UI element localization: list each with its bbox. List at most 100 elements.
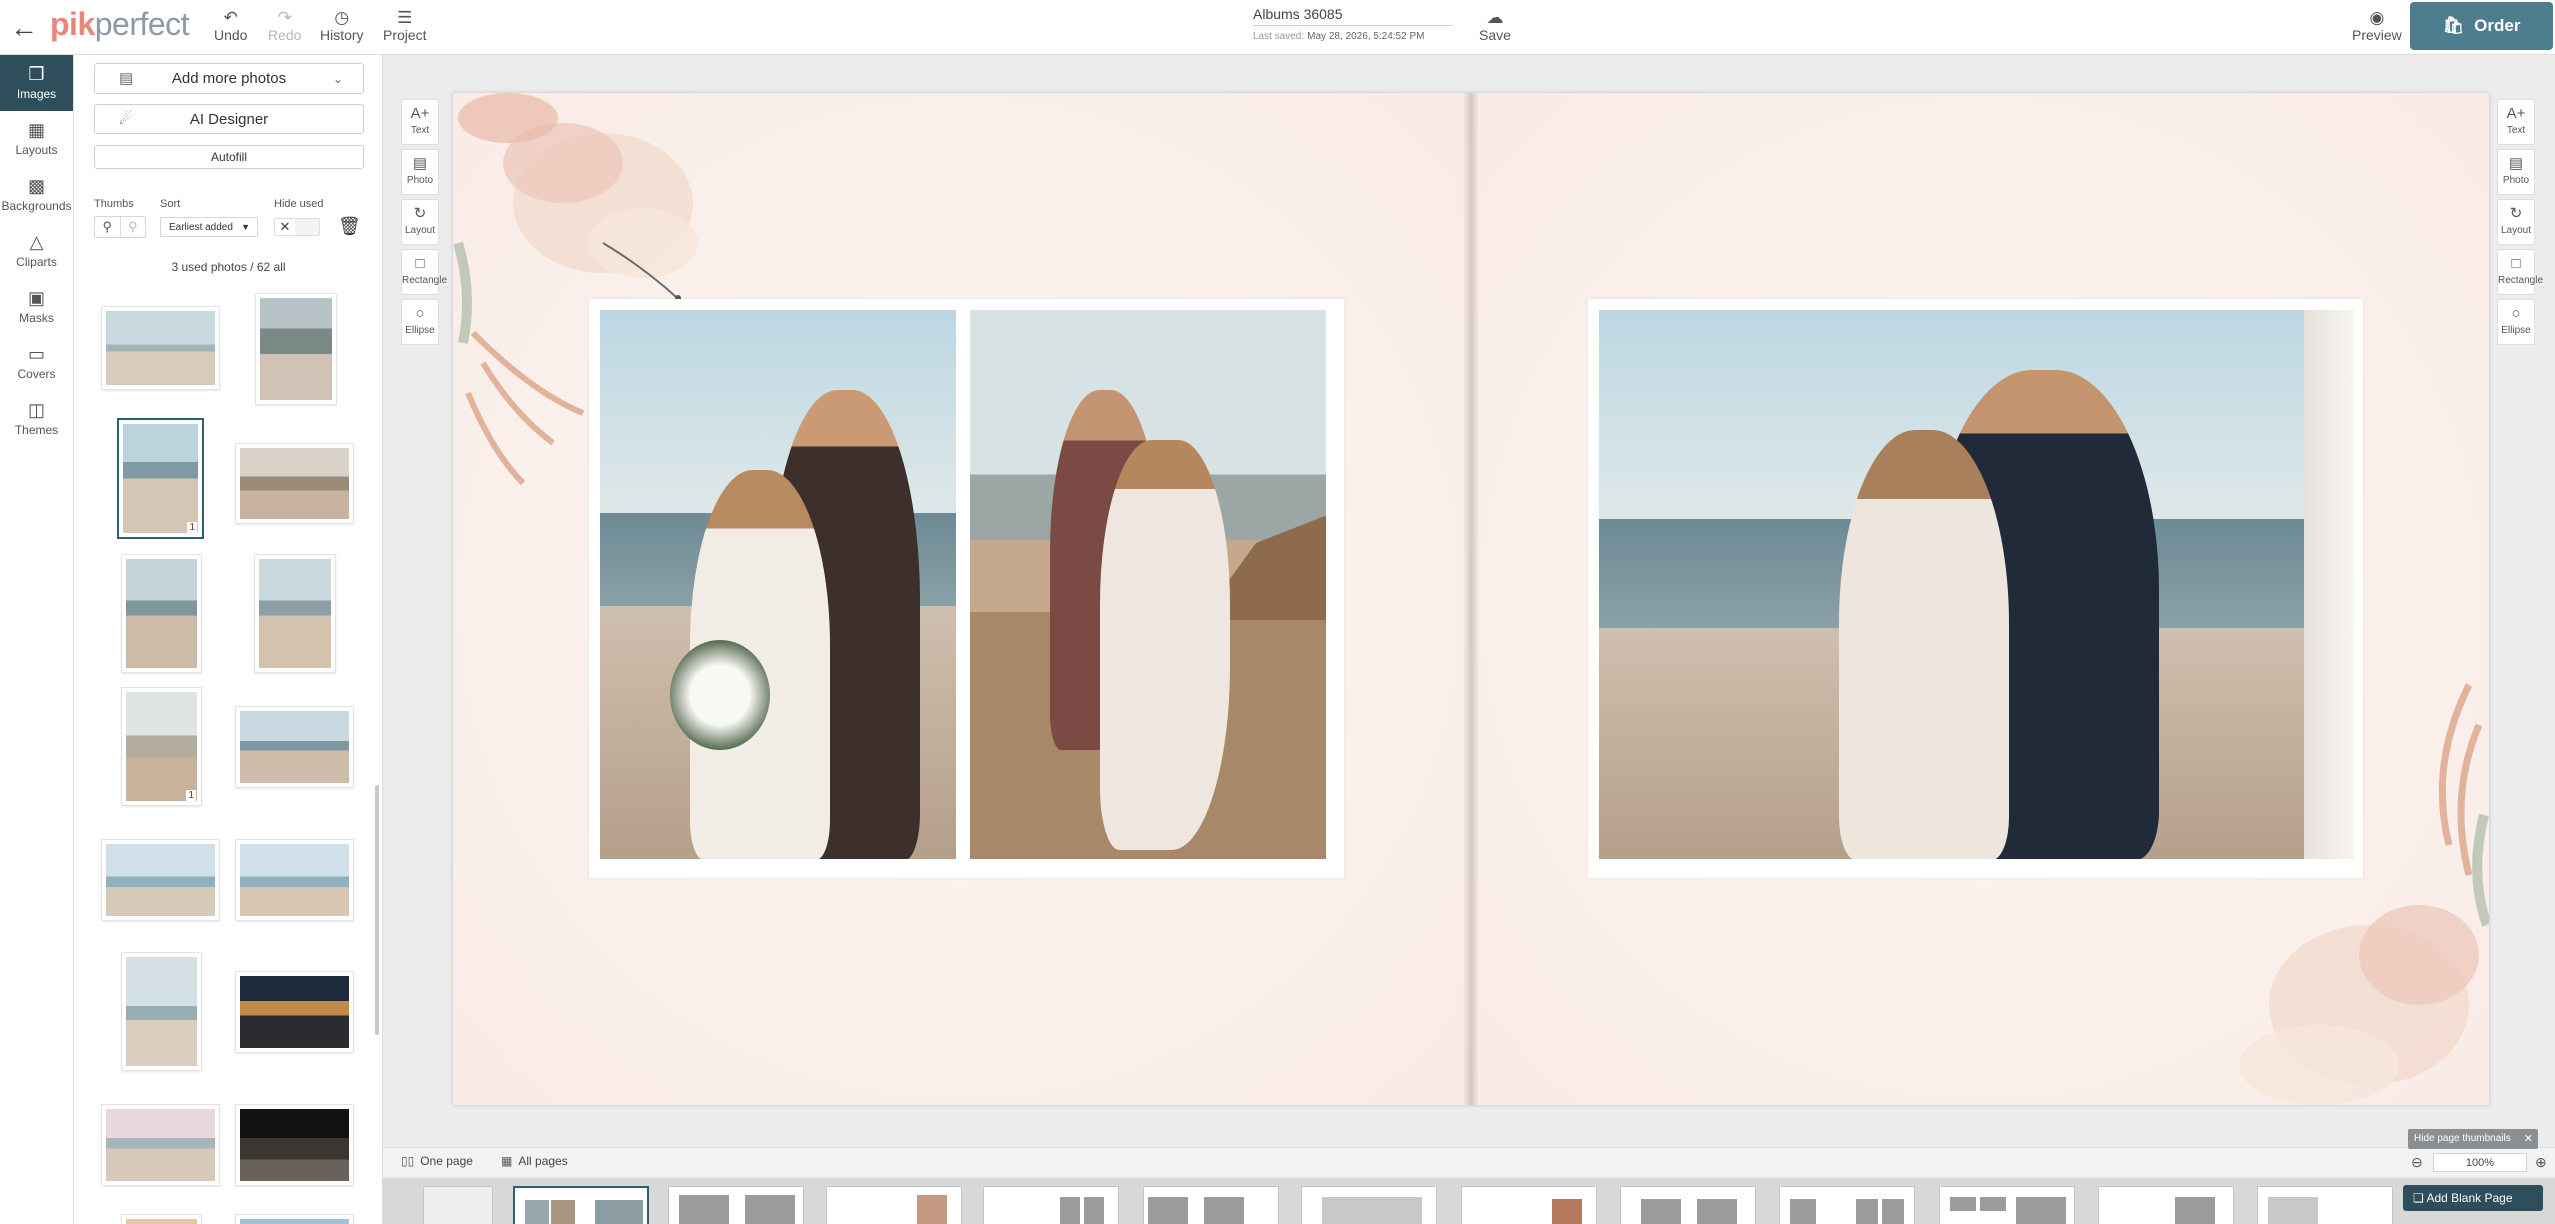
all-pages-view-tab[interactable]: ▦ All pages — [501, 1154, 568, 1168]
zoom-out-icon[interactable]: ⊖ — [2411, 1154, 2423, 1171]
photo-slot-full[interactable] — [1599, 310, 2354, 859]
photo-thumbnail[interactable] — [236, 1215, 353, 1224]
last-saved-status: Last saved: May 28, 2026, 5:24:52 PM — [1253, 31, 1425, 42]
photo-thumbnail[interactable] — [122, 1215, 201, 1224]
thumb-size-control: ⚲ ⚲ — [94, 216, 146, 238]
add-blank-page-button[interactable]: ❏ Add Blank Page — [2403, 1185, 2543, 1211]
panel-scrollbar[interactable] — [375, 785, 379, 1035]
left-page[interactable] — [453, 93, 1467, 1105]
redo-button[interactable]: ↷ Redo — [268, 9, 301, 44]
zoom-in-thumbs-icon[interactable]: ⚲ — [95, 217, 120, 237]
photo-thumbnail-selected[interactable]: 1 — [119, 420, 202, 537]
bride-figure — [1839, 430, 2009, 859]
page-thumbnail[interactable] — [1301, 1186, 1437, 1224]
add-text-tool[interactable]: A+ Text — [2497, 99, 2535, 145]
photo-image — [260, 298, 332, 400]
undo-button[interactable]: ↶ Undo — [214, 9, 247, 44]
sidebar-item-layouts[interactable]: ▦ Layouts — [0, 111, 73, 167]
hide-page-thumbnails-button[interactable]: Hide page thumbnails ✕ — [2408, 1129, 2538, 1149]
history-icon: ◷ — [334, 8, 350, 27]
album-title-input[interactable]: Albums 36085 — [1253, 6, 1453, 26]
page-thumbnail-strip: ❏ Add Blank Page — [383, 1178, 2555, 1224]
sidebar: ❐ Images ▦ Layouts ▩ Backgrounds △ Clipa… — [0, 55, 74, 1224]
sidebar-item-backgrounds[interactable]: ▩ Backgrounds — [0, 167, 73, 223]
photo-thumbnail[interactable] — [236, 1105, 353, 1185]
page-thumbnail[interactable] — [1143, 1186, 1279, 1224]
zoom-out-thumbs-icon[interactable]: ⚲ — [119, 217, 146, 237]
add-ellipse-tool[interactable]: ○ Ellipse — [2497, 299, 2535, 345]
add-rectangle-tool[interactable]: □ Rectangle — [401, 249, 447, 295]
photo-thumbnail[interactable] — [236, 840, 353, 920]
shopping-bag-icon: 🛍 — [2442, 16, 2465, 35]
page-thumbnail[interactable] — [826, 1186, 962, 1224]
page-thumbnail[interactable] — [983, 1186, 1119, 1224]
sidebar-item-images[interactable]: ❐ Images — [0, 55, 73, 111]
usage-count-badge: 1 — [186, 790, 196, 801]
trash-icon[interactable]: 🗑 — [338, 216, 361, 237]
photo-thumbnail[interactable] — [102, 840, 219, 920]
sidebar-item-covers[interactable]: ▭ Covers — [0, 335, 73, 391]
history-button[interactable]: ◷ History — [320, 8, 364, 44]
photo-slot-right[interactable] — [970, 310, 1326, 859]
add-more-photos-button[interactable]: ▤ Add more photos ⌄ — [94, 63, 364, 94]
photo-image — [240, 711, 349, 783]
photo-image — [126, 559, 197, 668]
photo-thumbnail[interactable]: 1 — [122, 688, 201, 805]
page-thumbnail-active[interactable] — [513, 1186, 649, 1224]
zoom-level-input[interactable]: 100% — [2433, 1153, 2527, 1172]
photo-thumbnail[interactable] — [236, 444, 353, 523]
sidebar-item-masks[interactable]: ▣ Masks — [0, 279, 73, 335]
ai-designer-icon: ☄ — [119, 111, 133, 128]
photo-thumbnail[interactable] — [102, 1105, 219, 1185]
zoom-in-icon[interactable]: ⊕ — [2535, 1154, 2547, 1171]
page-thumbnail[interactable] — [2257, 1186, 2393, 1224]
close-icon: ✕ — [2523, 1133, 2533, 1145]
page-thumbnail[interactable] — [1779, 1186, 1915, 1224]
right-page[interactable] — [1475, 93, 2489, 1105]
order-button[interactable]: 🛍 Order — [2410, 2, 2553, 50]
photo-thumbnail[interactable] — [236, 707, 353, 787]
add-ellipse-tool[interactable]: ○ Ellipse — [401, 299, 439, 345]
images-icon: ❐ — [28, 64, 45, 84]
one-page-view-tab[interactable]: ▯▯ One page — [401, 1154, 473, 1168]
close-icon: ✕ — [275, 219, 295, 235]
spread-gutter — [1463, 93, 1479, 1105]
change-layout-tool[interactable]: ↻ Layout — [2497, 199, 2535, 245]
project-button[interactable]: ☰ Project — [383, 9, 427, 44]
ai-designer-button[interactable]: ☄ AI Designer — [94, 104, 364, 134]
save-button[interactable]: ☁ Save — [1479, 9, 1511, 44]
add-rectangle-tool[interactable]: □ Rectangle — [2497, 249, 2543, 295]
page-thumbnail[interactable] — [1620, 1186, 1756, 1224]
add-photo-tool[interactable]: ▤ Photo — [2497, 149, 2535, 195]
photo-thumbnail[interactable] — [236, 972, 353, 1052]
page-thumbnail[interactable] — [2098, 1186, 2234, 1224]
thumbs-label: Thumbs — [94, 198, 134, 210]
photo-slot-left[interactable] — [600, 310, 956, 859]
add-text-tool[interactable]: A+ Text — [401, 99, 439, 145]
eye-icon: ◉ — [2369, 8, 2385, 27]
back-arrow-icon[interactable]: ← — [10, 12, 38, 44]
change-layout-tool[interactable]: ↻ Layout — [401, 199, 439, 245]
hide-used-toggle[interactable]: ✕ — [274, 218, 320, 236]
editor-canvas: A+ Text ▤ Photo ↻ Layout □ Rectangle ○ Ellips… — [383, 55, 2555, 1224]
usage-count-badge: 1 — [187, 522, 197, 533]
preview-button[interactable]: ◉ Preview — [2352, 8, 2402, 44]
sidebar-item-cliparts[interactable]: △ Cliparts — [0, 223, 73, 279]
sort-select[interactable]: Earliest added ▼ — [160, 217, 258, 237]
album-spread[interactable] — [453, 93, 2489, 1105]
autofill-button[interactable]: Autofill — [94, 145, 364, 169]
page-thumbnail[interactable] — [1461, 1186, 1597, 1224]
photo-thumbnail[interactable] — [122, 953, 201, 1070]
page-thumbnail[interactable] — [423, 1186, 493, 1224]
photo-image — [106, 844, 215, 916]
photo-thumbnail[interactable] — [256, 294, 336, 404]
page-thumbnail[interactable] — [668, 1186, 804, 1224]
photo-thumbnail[interactable] — [102, 307, 219, 389]
page-thumbnail[interactable] — [1939, 1186, 2075, 1224]
sidebar-item-themes[interactable]: ◫ Themes — [0, 391, 73, 447]
photo-thumbnail[interactable] — [122, 555, 201, 672]
add-photo-tool[interactable]: ▤ Photo — [401, 149, 439, 195]
backgrounds-icon: ▩ — [27, 176, 45, 196]
bride-figure — [1100, 440, 1230, 850]
photo-thumbnail[interactable] — [255, 555, 335, 672]
